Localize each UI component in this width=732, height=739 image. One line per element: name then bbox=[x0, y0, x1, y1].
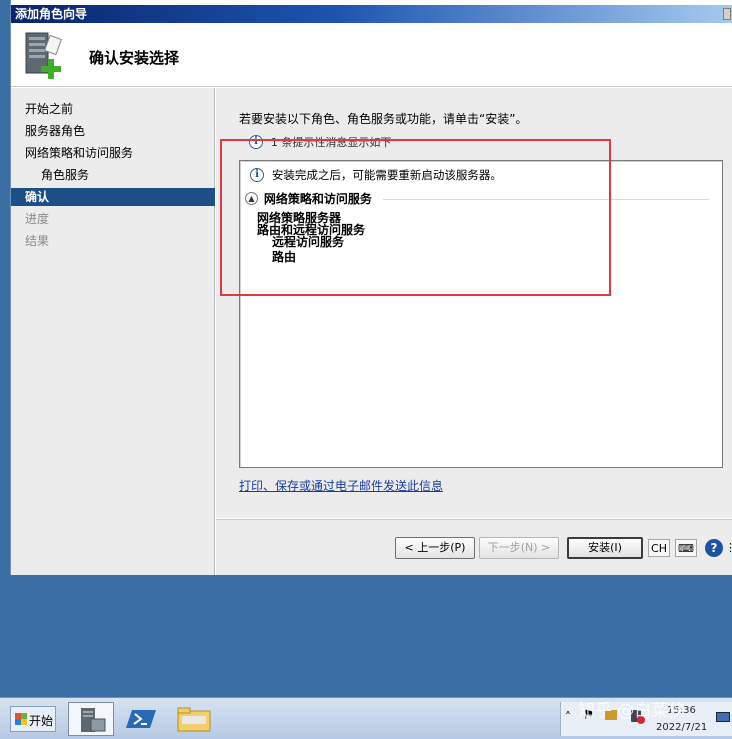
title-bar: 添加角色向导 bbox=[11, 5, 732, 23]
powershell-task-icon[interactable] bbox=[122, 702, 168, 736]
nav-item-role-services[interactable]: 角色服务 bbox=[11, 166, 215, 184]
help-icon[interactable]: ? bbox=[705, 539, 723, 557]
print-save-email-link[interactable]: 打印、保存或通过电子邮件发送此信息 bbox=[239, 477, 443, 494]
button-bar: < 上一步(P) 下一步(N) > 安装(I) CH ⌨ ? ⋮ bbox=[216, 519, 732, 575]
server-add-icon bbox=[25, 32, 63, 79]
window-title: 添加角色向导 bbox=[15, 7, 88, 21]
instruction-text: 若要安装以下角色、角色服务或功能，请单击“安装”。 bbox=[239, 112, 528, 126]
ime-indicator[interactable]: CH bbox=[648, 539, 670, 557]
show-hidden-icons[interactable]: ˄ bbox=[565, 710, 571, 724]
keyboard-icon[interactable]: ⌨ bbox=[675, 539, 697, 557]
wizard-header: 确认安装选择 bbox=[11, 23, 732, 87]
separator bbox=[700, 539, 704, 557]
watermark: 知乎 @白菜侠 bbox=[578, 701, 686, 721]
start-button[interactable]: 开始 bbox=[10, 706, 56, 732]
nav-item-server-roles[interactable]: 服务器角色 bbox=[11, 122, 215, 140]
explorer-task-icon[interactable] bbox=[172, 702, 218, 736]
wizard-nav: 开始之前 服务器角色 网络策略和访问服务 角色服务 确认 进度 结果 bbox=[11, 88, 215, 575]
install-button[interactable]: 安装(I) bbox=[567, 537, 643, 559]
windows-logo-icon bbox=[15, 713, 27, 725]
nav-item-network-policy[interactable]: 网络策略和访问服务 bbox=[11, 144, 215, 162]
previous-button[interactable]: < 上一步(P) bbox=[395, 537, 475, 559]
nav-item-progress: 进度 bbox=[25, 212, 50, 226]
window-control-button[interactable] bbox=[723, 8, 731, 20]
clock-date: 2022/7/21 bbox=[656, 722, 708, 733]
highlight-annotation bbox=[220, 139, 611, 296]
options-arrow-icon[interactable]: ⋮ bbox=[725, 539, 732, 557]
nav-item-confirmation[interactable]: 确认 bbox=[11, 188, 215, 206]
page-title: 确认安装选择 bbox=[89, 49, 180, 67]
nav-item-results: 结果 bbox=[25, 234, 50, 248]
start-label: 开始 bbox=[29, 714, 54, 728]
nav-item-before-you-begin[interactable]: 开始之前 bbox=[11, 100, 215, 118]
show-desktop-icon[interactable] bbox=[716, 712, 730, 722]
next-button: 下一步(N) > bbox=[479, 537, 559, 559]
server-manager-task-icon[interactable] bbox=[68, 702, 114, 736]
